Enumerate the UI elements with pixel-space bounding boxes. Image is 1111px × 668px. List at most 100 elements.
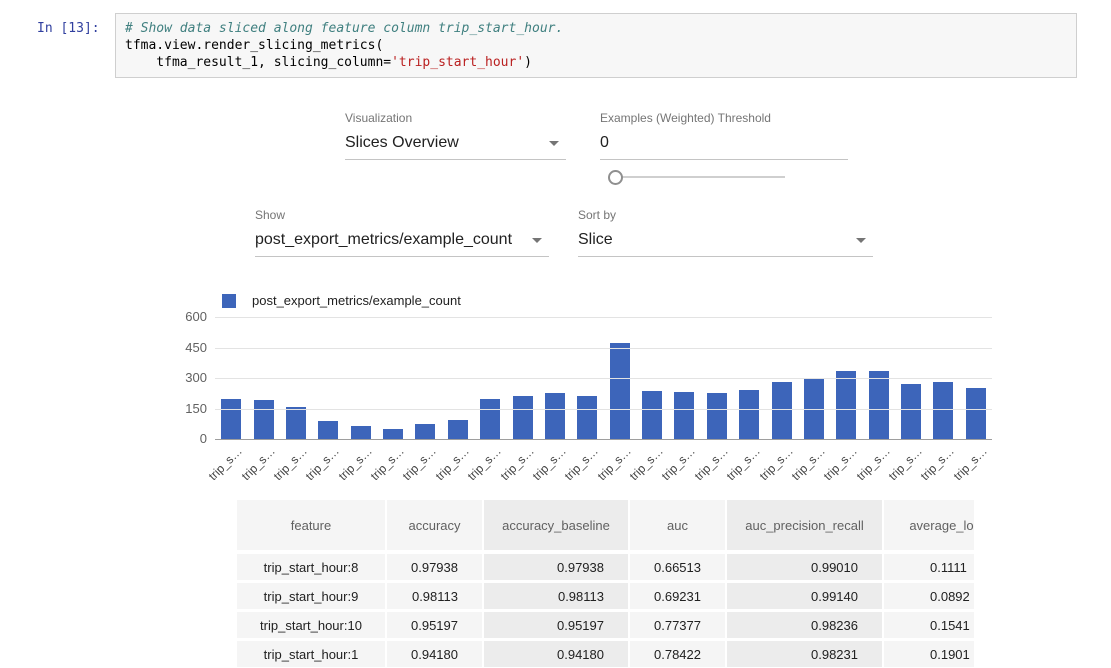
metric-cell: 0.69231 (630, 583, 727, 609)
bar (577, 396, 597, 439)
y-axis: 0150300450600 (160, 317, 207, 439)
bar (545, 393, 565, 439)
table-body: trip_start_hour:80.979380.979380.665130.… (237, 554, 974, 667)
legend-label: post_export_metrics/example_count (252, 293, 461, 308)
bar (415, 424, 435, 439)
bar (286, 407, 306, 439)
visualization-dropdown[interactable]: Slices Overview (345, 132, 566, 160)
bar-slot (442, 420, 474, 439)
metric-cell: 0.77377 (630, 612, 727, 638)
y-tick-label: 450 (185, 340, 207, 355)
bar (254, 400, 274, 439)
bar-chart: 0150300450600 trip_s…trip_s…trip_s…trip_… (160, 317, 1000, 482)
slider-knob[interactable] (608, 170, 623, 185)
metrics-table-inner: featureaccuracyaccuracy_baselineaucauc_p… (237, 500, 974, 667)
bar (610, 343, 630, 439)
metric-cell: 0.1901 (884, 641, 974, 667)
bar (933, 382, 953, 439)
bar (383, 429, 403, 439)
table-header-cell: accuracy_baseline (484, 500, 630, 550)
slider-track (616, 176, 785, 178)
chevron-down-icon (549, 141, 559, 146)
metric-cell: 0.0892 (884, 583, 974, 609)
bar (869, 371, 889, 439)
bar-slot (830, 371, 862, 439)
metric-cell: 0.1541 (884, 612, 974, 638)
visualization-value: Slices Overview (345, 134, 459, 151)
feature-cell: trip_start_hour:8 (237, 554, 387, 580)
metric-cell: 0.94180 (484, 641, 630, 667)
bar-slot (539, 393, 571, 439)
gridline (215, 439, 992, 440)
threshold-slider[interactable] (608, 169, 785, 185)
metric-cell: 0.98113 (387, 583, 484, 609)
metric-cell: 0.99140 (727, 583, 884, 609)
bar-slot (474, 399, 506, 439)
sort-value: Slice (578, 231, 613, 248)
bar (221, 399, 241, 439)
sort-control: Sort by Slice (578, 208, 873, 257)
bar-slot (701, 393, 733, 439)
bar (739, 390, 759, 439)
table-header-cell: feature (237, 500, 387, 550)
metric-cell: 0.94180 (387, 641, 484, 667)
bar-slot (927, 382, 959, 439)
bar (966, 388, 986, 439)
metric-cell: 0.97938 (387, 554, 484, 580)
metric-cell: 0.95197 (484, 612, 630, 638)
threshold-label: Examples (Weighted) Threshold (600, 111, 848, 125)
gridline (215, 409, 992, 410)
y-tick-label: 600 (185, 309, 207, 324)
chevron-down-icon (856, 238, 866, 243)
visualization-label: Visualization (345, 111, 566, 125)
show-control: Show post_export_metrics/example_count (255, 208, 549, 257)
table-header-cell: average_loss (884, 500, 974, 550)
bar-slot (247, 400, 279, 439)
code-comment: # Show data sliced along feature column … (125, 21, 563, 36)
bar-slot (765, 382, 797, 439)
bar (836, 371, 856, 439)
sort-dropdown[interactable]: Slice (578, 229, 873, 257)
bar (448, 420, 468, 439)
cell-prompt: In [13]: (37, 21, 100, 36)
sort-label: Sort by (578, 208, 873, 222)
table-header: featureaccuracyaccuracy_baselineaucauc_p… (237, 500, 974, 550)
bar (674, 392, 694, 439)
feature-cell: trip_start_hour:1 (237, 641, 387, 667)
bar-plot (215, 317, 992, 439)
show-dropdown[interactable]: post_export_metrics/example_count (255, 229, 549, 257)
metric-cell: 0.99010 (727, 554, 884, 580)
bar-slot (895, 384, 927, 439)
table-row: trip_start_hour:10.941800.941800.784220.… (237, 641, 974, 667)
show-value: post_export_metrics/example_count (255, 231, 512, 248)
bar-slot (604, 343, 636, 439)
bar (318, 421, 338, 439)
bar-slot (409, 424, 441, 439)
table-row: trip_start_hour:100.951970.951970.773770… (237, 612, 974, 638)
gridline (215, 317, 992, 318)
bar-slot (571, 396, 603, 439)
code-string: 'trip_start_hour' (391, 55, 524, 70)
threshold-control: Examples (Weighted) Threshold 0 (600, 111, 848, 160)
metric-cell: 0.95197 (387, 612, 484, 638)
threshold-input[interactable]: 0 (600, 132, 848, 160)
code-line: ) (524, 55, 532, 70)
bar-slot (312, 421, 344, 439)
bar-slot (377, 429, 409, 439)
bar (513, 396, 533, 439)
bar (351, 426, 371, 439)
code-line: tfma_result_1, slicing_column= (125, 55, 391, 70)
code-cell[interactable]: # Show data sliced along feature column … (115, 13, 1077, 78)
bar-slot (960, 388, 992, 439)
y-tick-label: 0 (200, 431, 207, 446)
code-line: tfma.view.render_slicing_metrics( (125, 38, 383, 53)
bar-slot (863, 371, 895, 439)
y-tick-label: 150 (185, 401, 207, 416)
bar (901, 384, 921, 439)
x-axis: trip_s…trip_s…trip_s…trip_s…trip_s…trip_… (215, 441, 992, 481)
table-row: trip_start_hour:80.979380.979380.665130.… (237, 554, 974, 580)
chevron-down-icon (532, 238, 542, 243)
table-header-cell: auc_precision_recall (727, 500, 884, 550)
metrics-table: featureaccuracyaccuracy_baselineaucauc_p… (237, 500, 974, 668)
metric-cell: 0.98113 (484, 583, 630, 609)
